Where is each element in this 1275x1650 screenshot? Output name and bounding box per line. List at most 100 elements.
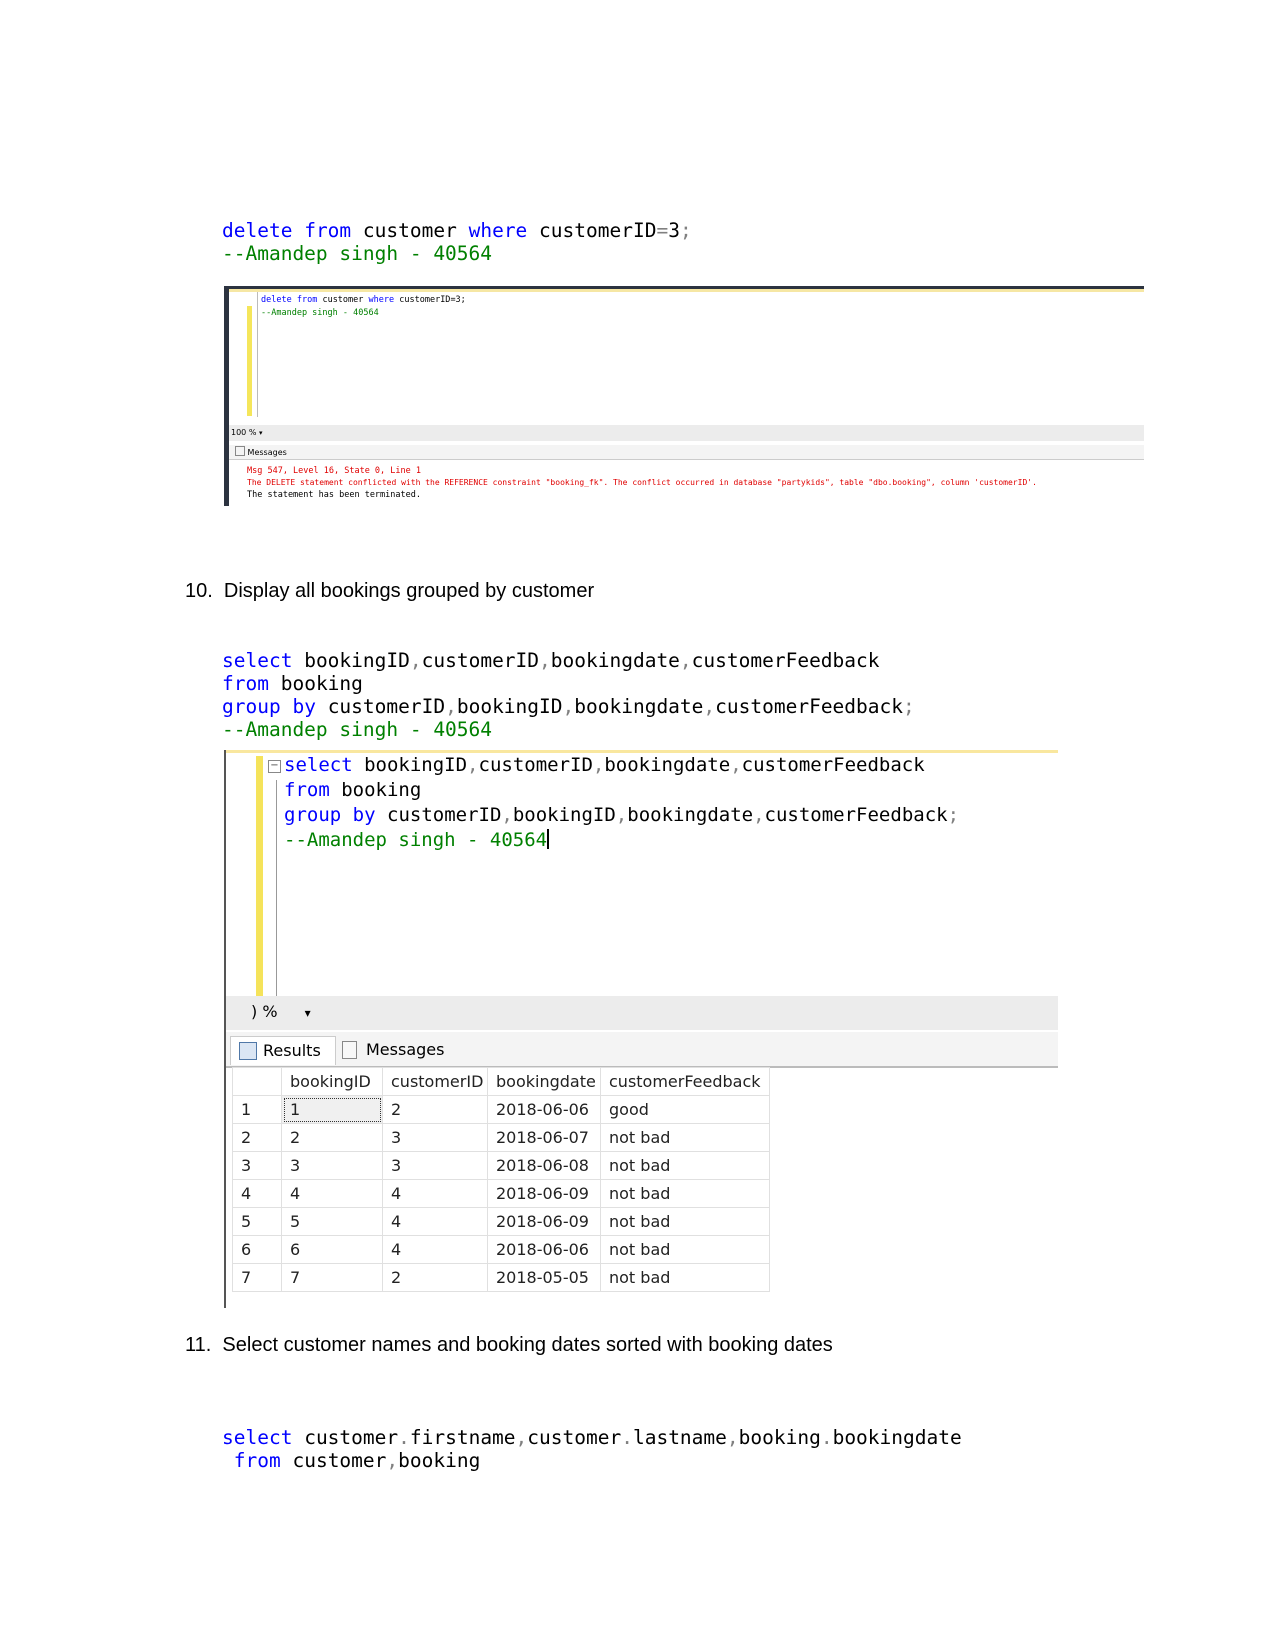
sql-keyword: group <box>284 804 342 826</box>
table-row[interactable]: 1 1 2 2018-06-06 good <box>232 1095 770 1124</box>
sql-identifier: bookingID <box>456 695 563 718</box>
editor-code-line-2[interactable]: from booking <box>284 779 421 801</box>
row-number[interactable]: 5 <box>232 1207 282 1236</box>
sql-operator: ; <box>679 219 692 242</box>
sql-operator: . <box>398 1426 410 1449</box>
sql-identifier: bookingdate <box>627 804 754 826</box>
grid-cell-bookingdate[interactable]: 2018-06-09 <box>487 1207 601 1236</box>
grid-cell-customerfeedback[interactable]: not bad <box>600 1207 770 1236</box>
table-row[interactable]: 5 5 4 2018-06-09 not bad <box>232 1207 770 1236</box>
results-tab[interactable]: Results <box>230 1036 336 1065</box>
grid-cell-customerfeedback[interactable]: not bad <box>600 1123 770 1152</box>
sql-operator: , <box>730 754 742 776</box>
grid-cell-customerid[interactable]: 3 <box>382 1151 488 1180</box>
grid-cell-bookingid[interactable]: 7 <box>281 1263 383 1292</box>
messages-tab-label: Messages <box>247 448 287 457</box>
sql-keyword: delete <box>222 219 293 242</box>
zoom-value: 100 % <box>231 428 257 437</box>
status-message-line: The statement has been terminated. <box>247 490 421 500</box>
editor-code-line-3[interactable]: group by customerID,bookingID,bookingdat… <box>284 804 959 826</box>
table-row[interactable]: 6 6 4 2018-06-06 not bad <box>232 1235 770 1264</box>
grid-cell-bookingid[interactable]: 6 <box>281 1235 383 1264</box>
row-number[interactable]: 7 <box>232 1263 282 1292</box>
group-by-query-screenshot: − select bookingID,customerID,bookingdat… <box>224 750 1058 1308</box>
grid-cell-customerfeedback[interactable]: not bad <box>600 1151 770 1180</box>
sql-identifier: customerFeedback <box>691 649 880 672</box>
group-by-query-code: select bookingID,customerID,bookingdate,… <box>222 626 915 741</box>
column-header[interactable]: bookingdate <box>487 1067 601 1096</box>
grid-cell-customerid[interactable]: 4 <box>382 1179 488 1208</box>
column-header[interactable]: customerID <box>382 1067 488 1096</box>
row-number[interactable]: 3 <box>232 1151 282 1180</box>
grid-cell-bookingdate[interactable]: 2018-06-06 <box>487 1095 601 1124</box>
sql-identifier: customerFeedback <box>764 804 948 826</box>
editor-code-line-4[interactable]: --Amandep singh - 40564 <box>284 829 550 851</box>
grid-cell-customerfeedback[interactable]: not bad <box>600 1263 770 1292</box>
table-row[interactable]: 4 4 4 2018-06-09 not bad <box>232 1179 770 1208</box>
sql-keyword: from <box>222 672 269 695</box>
sql-identifier: customer <box>304 1426 399 1449</box>
grid-cell-customerid[interactable]: 4 <box>382 1207 488 1236</box>
sql-operator: , <box>562 695 575 718</box>
sql-identifier: booking <box>738 1426 821 1449</box>
editor-gutter-line <box>257 292 258 417</box>
messages-tab[interactable]: Messages <box>235 446 287 457</box>
sql-identifier: customer <box>322 295 364 305</box>
sql-identifier: customer <box>362 219 457 242</box>
grid-cell-customerfeedback[interactable]: not bad <box>600 1235 770 1264</box>
sql-identifier: firstname <box>409 1426 516 1449</box>
error-message-line-2: The DELETE statement conflicted with the… <box>247 478 1037 487</box>
grid-cell-customerfeedback[interactable]: not bad <box>600 1179 770 1208</box>
column-header[interactable]: customerFeedback <box>600 1067 770 1096</box>
table-row[interactable]: 3 3 3 2018-06-08 not bad <box>232 1151 770 1180</box>
row-number[interactable]: 2 <box>232 1123 282 1152</box>
grid-cell-customerid[interactable]: 2 <box>382 1263 488 1292</box>
sql-operator: ; <box>903 695 915 718</box>
grid-cell-bookingdate[interactable]: 2018-06-09 <box>487 1179 601 1208</box>
sql-operator: , <box>445 695 457 718</box>
sql-identifier: bookingdate <box>550 649 680 672</box>
editor-code-line-1[interactable]: delete from customer where customerID=3; <box>261 295 466 305</box>
results-tab-label: Results <box>263 1041 321 1060</box>
sql-keyword: delete <box>261 295 292 305</box>
grid-cell-customerid[interactable]: 3 <box>382 1123 488 1152</box>
grid-cell-bookingid[interactable]: 5 <box>281 1207 383 1236</box>
sql-keyword: by <box>352 804 376 826</box>
grid-cell-bookingid[interactable]: 1 <box>281 1095 383 1124</box>
editor-change-marker <box>256 756 263 996</box>
messages-icon <box>235 446 245 456</box>
sql-keyword: by <box>292 695 316 718</box>
sql-operator: , <box>501 804 513 826</box>
sql-operator: , <box>753 804 765 826</box>
sql-operator: = <box>656 219 669 242</box>
messages-tab[interactable]: Messages <box>334 1036 452 1064</box>
row-number[interactable]: 6 <box>232 1235 282 1264</box>
grid-cell-customerfeedback[interactable]: good <box>600 1095 770 1124</box>
grid-cell-bookingdate[interactable]: 2018-06-08 <box>487 1151 601 1180</box>
table-row[interactable]: 2 2 3 2018-06-07 not bad <box>232 1123 770 1152</box>
zoom-select[interactable]: 100 % ▾ <box>231 428 262 437</box>
grid-cell-bookingdate[interactable]: 2018-05-05 <box>487 1263 601 1292</box>
grid-cell-bookingid[interactable]: 2 <box>281 1123 383 1152</box>
table-row[interactable]: 7 7 2 2018-05-05 not bad <box>232 1263 770 1292</box>
grid-cell-customerid[interactable]: 2 <box>382 1095 488 1124</box>
zoom-select[interactable]: ) % ▾ <box>251 1002 311 1021</box>
row-number[interactable]: 1 <box>232 1095 282 1124</box>
sql-keyword: group <box>222 695 281 718</box>
collapse-toggle-icon[interactable]: − <box>268 760 281 773</box>
sql-identifier: customerID <box>399 295 451 305</box>
column-header[interactable]: bookingID <box>281 1067 383 1096</box>
grid-header-row: bookingID customerID bookingdate custome… <box>232 1067 770 1096</box>
grid-cell-bookingid[interactable]: 3 <box>281 1151 383 1180</box>
grid-cell-bookingid[interactable]: 4 <box>281 1179 383 1208</box>
row-number[interactable]: 4 <box>232 1179 282 1208</box>
editor-code-line-2[interactable]: --Amandep singh - 40564 <box>261 308 379 318</box>
grid-cell-bookingdate[interactable]: 2018-06-07 <box>487 1123 601 1152</box>
grid-cell-customerid[interactable]: 4 <box>382 1235 488 1264</box>
zoom-bar <box>226 996 1058 1030</box>
sql-keyword: select <box>222 1426 293 1449</box>
editor-code-line-1[interactable]: select bookingID,customerID,bookingdate,… <box>284 754 925 776</box>
results-grid: bookingID customerID bookingdate custome… <box>232 1067 770 1292</box>
sql-operator: , <box>515 1426 528 1449</box>
grid-cell-bookingdate[interactable]: 2018-06-06 <box>487 1235 601 1264</box>
